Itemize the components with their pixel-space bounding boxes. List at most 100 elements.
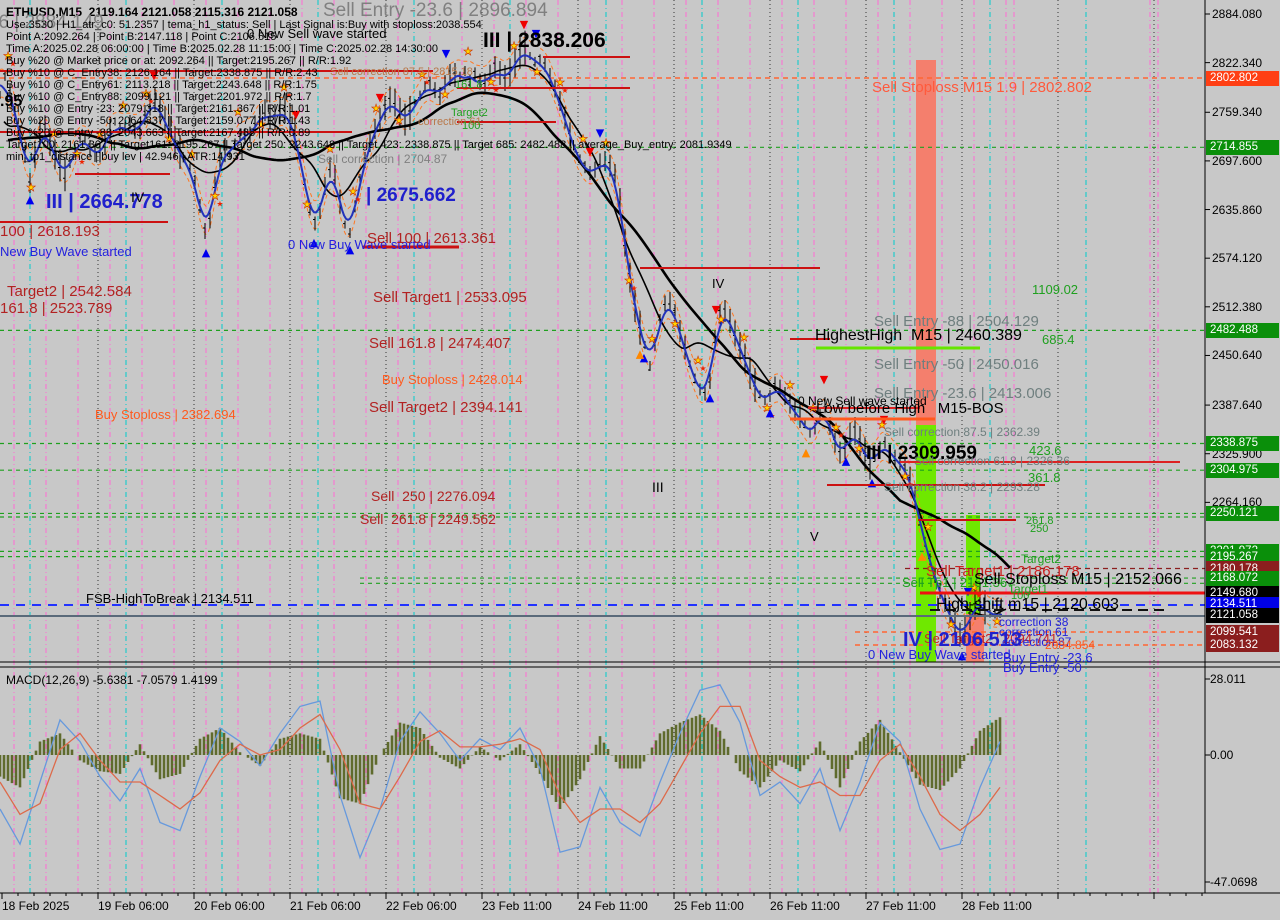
arrow-down-marker: ▼ [712, 303, 721, 316]
price-tag: 2250.121 [1206, 506, 1279, 521]
macd-axis-label: -47.0698 [1210, 875, 1257, 889]
arrow-up-marker: ▲ [26, 193, 35, 206]
chart-label: Target2 [451, 108, 488, 119]
chart-label: Sell Stoploss M15 1.9 | 2802.802 [872, 80, 1092, 95]
price-tag: 2304.975 [1206, 463, 1279, 478]
star-marker: ★ [440, 88, 450, 101]
macd-axis-label: 28.011 [1210, 672, 1246, 686]
chart-label: Buy %10 @ Entry -23: 2079.318 || Target:… [6, 104, 310, 115]
arrow-down-marker: ▼ [820, 373, 829, 386]
time-axis-label: 19 Feb 06:00 [98, 899, 169, 913]
star-marker: ★ [837, 431, 844, 440]
time-axis-label: 23 Feb 11:00 [482, 899, 552, 913]
time-axis-label: 21 Feb 06:00 [290, 899, 361, 913]
price-axis-label: 2697.600 [1212, 154, 1262, 168]
chart-label: Buy %20 @ Entry -50: 2064.837 || Target:… [6, 116, 310, 127]
star-marker: ★ [854, 442, 864, 455]
star-marker: ★ [354, 195, 361, 204]
star-marker: ★ [923, 521, 933, 534]
star-marker: ★ [739, 331, 749, 344]
arrow-up-marker: ▲ [636, 348, 645, 361]
chart-label: III | 2664.778 [46, 192, 163, 212]
star-marker: ★ [492, 86, 499, 95]
chart-label: III [652, 480, 664, 494]
star-marker: ★ [216, 200, 223, 209]
price-axis-label: 2822.340 [1212, 56, 1262, 70]
star-marker: ★ [423, 78, 430, 87]
time-axis-label: 25 Feb 11:00 [674, 899, 744, 913]
arrow-up-marker: ▲ [202, 246, 211, 259]
price-tag: 2121.058 [1206, 608, 1279, 623]
arrow-up-marker: ▲ [918, 549, 927, 562]
chart-label: Sell 161.8 | 2474.407 [369, 336, 511, 351]
star-marker: ★ [394, 114, 404, 127]
chart-label: Target2 | 2542.584 [7, 284, 132, 299]
star-marker: ★ [532, 65, 542, 78]
time-axis-label: 18 Feb 2025 [2, 899, 69, 913]
star-marker: ★ [630, 284, 637, 293]
chart-label: HighestHigh M15 | 2460.389 [815, 328, 1022, 344]
arrow-down-marker: ▼ [596, 126, 605, 139]
chart-label: 161.8 | 2523.789 [0, 301, 112, 316]
chart-label: Buy %20 @ Market price or at: 2092.264 |… [6, 56, 351, 67]
star-marker: ★ [670, 317, 680, 330]
price-tag: 2482.488 [1206, 323, 1279, 338]
chart-label: Buy Stoploss | 2428.014 [382, 373, 523, 386]
chart-label: Point A:2092.264 | Point B:2147.118 | Po… [6, 32, 276, 43]
chart-label: High-shift m15 | 2120.603 [936, 597, 1119, 613]
arrow-down-marker: ▼ [442, 47, 451, 60]
chart-label: Sell correction | 2704.87 [318, 153, 447, 165]
price-tag: 2802.802 [1206, 71, 1279, 86]
chart-label: IV [712, 277, 724, 290]
chart-label: Sell Target2 | 2394.141 [369, 400, 523, 415]
chart-label: Sell Target1 | 2533.095 [373, 290, 527, 305]
chart-label: FSB-HighToBreak | 2134.511 [86, 592, 254, 605]
chart-label: Buy %10 @ C_Entry88: 2099.121 || Target:… [6, 92, 312, 103]
mt4-chart-window: ★★★★★★★★★★★★★★★★★★★★★★★★★★★★★★★★★★★★★★★★… [0, 0, 1280, 920]
chart-label: Sell 261.8 | 2249.562 [360, 512, 496, 526]
chart-label: Target100: 2161.367 || Target161: 2195.2… [6, 140, 732, 151]
macd-main-line [0, 685, 1000, 858]
price-axis-label: 2635.860 [1212, 203, 1262, 217]
time-axis-label: 20 Feb 06:00 [194, 899, 265, 913]
price-tag: 2168.072 [1206, 571, 1279, 586]
star-marker: ★ [699, 364, 706, 373]
chart-label: 100 | 2618.193 [0, 224, 100, 239]
chart-label: MACD(12,26,9) -5.6381 -7.0579 1.4199 [6, 674, 217, 686]
chart-label: Buy %20 @ Entry -88: 2043.663 || Target:… [6, 128, 310, 139]
chart-label: 685.4 [1042, 333, 1075, 346]
chart-label: Sell correction 38.2 | 2293.28 [884, 481, 1040, 493]
arrow-up-marker: ▲ [842, 455, 851, 468]
price-axis-label: 2574.120 [1212, 251, 1262, 265]
chart-label: Buy Stoploss | 2382.694 [95, 408, 236, 421]
chart-label: Sell 250 | 2276.094 [371, 489, 495, 503]
price-tag: 2714.855 [1206, 140, 1279, 155]
star-marker: ★ [302, 198, 312, 211]
chart-label: Buy %10 @ C_Entry38: 2126.164 || Target:… [6, 68, 318, 79]
arrow-up-marker: ▲ [802, 446, 811, 459]
chart-label: Sell correction 87.5 | 2362.39 [884, 426, 1040, 438]
chart-label: Low before High M15-BOS [816, 401, 1004, 416]
price-axis-label: 2387.640 [1212, 398, 1262, 412]
star-marker: ★ [785, 379, 795, 392]
price-axis-label: 2512.380 [1212, 300, 1262, 314]
chart-label: Sell Entry -50 | 2450.016 [874, 357, 1039, 372]
chart-label: Sell correction 87.5 | 2815.18 [330, 67, 473, 78]
arrow-down-marker: ▼ [376, 91, 385, 104]
chart-label: New Buy Wave started [0, 245, 132, 258]
star-marker: ★ [647, 333, 657, 346]
chart-label: 0 New Sell wave started [247, 27, 386, 40]
macd-signal-line [0, 706, 1000, 830]
chart-label: Sell 100 | 2613.361 [367, 231, 496, 246]
chart-label: 1109.02 [1032, 283, 1078, 296]
chart-label: | 2675.662 [366, 186, 456, 205]
chart-label: Buy %10 @ C_Entry61: 2113.218 || Target:… [6, 80, 317, 91]
chart-label: 161.8 [455, 80, 483, 91]
chart-label: Time A:2025.02.28 06:00:00 | Time B:2025… [6, 44, 438, 55]
macd-plot [0, 685, 1000, 858]
chart-label: 250 [1030, 524, 1048, 535]
chart-label: 100 [462, 121, 480, 132]
macd-axis-label: 0.00 [1210, 748, 1233, 762]
arrow-up-marker: ▲ [706, 391, 715, 404]
star-marker: ★ [463, 45, 473, 58]
